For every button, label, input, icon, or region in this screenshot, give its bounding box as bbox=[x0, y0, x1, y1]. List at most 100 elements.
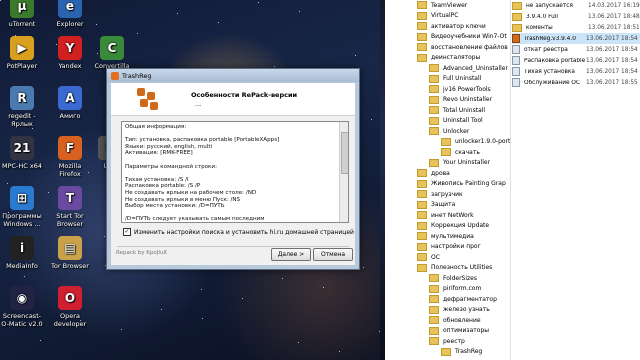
desktop-icon-label: Opera developer bbox=[53, 312, 87, 328]
desktop-icon[interactable]: Y Yandex bbox=[48, 36, 92, 70]
app-shortcut-icon: Y bbox=[58, 36, 82, 60]
tree-item-label: оптимизаторы bbox=[443, 327, 489, 335]
tree-item-label: настройки прог bbox=[431, 243, 481, 251]
tree-item[interactable]: Total Uninstall bbox=[385, 105, 510, 116]
desktop-icon[interactable]: i MediaInfo bbox=[0, 236, 44, 270]
tree-item[interactable]: мультимедиа bbox=[385, 231, 510, 242]
tree-item[interactable]: Full Uninstall bbox=[385, 74, 510, 85]
app-shortcut-icon: C bbox=[100, 36, 124, 60]
file-row[interactable]: коменты 13.06.2017 18:51 bbox=[512, 22, 640, 33]
tree-item[interactable]: Коррекция Update bbox=[385, 221, 510, 232]
desktop-icon[interactable]: ⊞ Программы Windows ... bbox=[0, 186, 44, 228]
tree-item[interactable]: дрова bbox=[385, 168, 510, 179]
file-row[interactable]: 3.9.4.0 Full 13.06.2017 18:48 bbox=[512, 11, 640, 22]
star-decoration bbox=[371, 119, 372, 120]
folder-icon bbox=[417, 221, 427, 230]
tree-item[interactable]: Uninstall Tool bbox=[385, 116, 510, 127]
cancel-button[interactable]: Отмена bbox=[313, 248, 353, 261]
desktop-icon[interactable]: T Start Tor Browser bbox=[48, 186, 92, 228]
file-row[interactable]: не запускается 14.03.2017 16:19 bbox=[512, 0, 640, 11]
search-settings-checkbox[interactable]: ✓ bbox=[123, 228, 131, 236]
star-decoration bbox=[161, 309, 162, 310]
file-icon bbox=[512, 45, 520, 54]
app-shortcut-icon: ▤ bbox=[58, 236, 82, 260]
tree-item[interactable]: активатор ключи bbox=[385, 21, 510, 32]
tree-item[interactable]: деинсталяторы bbox=[385, 53, 510, 64]
desktop-icon[interactable]: µ uTorrent bbox=[0, 0, 44, 28]
tree-item[interactable]: настройки прог bbox=[385, 242, 510, 253]
tree-item[interactable]: Защита bbox=[385, 200, 510, 211]
tree-item[interactable]: Advanced_Uninstaller bbox=[385, 63, 510, 74]
folder-icon bbox=[417, 22, 427, 31]
tree-item[interactable]: Revo Uninstaller bbox=[385, 95, 510, 106]
desktop-icon[interactable]: e Explorer bbox=[48, 0, 92, 28]
desktop-icon[interactable]: ▶ PotPlayer bbox=[0, 36, 44, 70]
folder-icon bbox=[441, 137, 451, 146]
scrollbar-thumb[interactable] bbox=[341, 132, 348, 174]
info-memo[interactable]: Общая информация: Тип: установка, распак… bbox=[121, 121, 349, 223]
tree-item[interactable]: TeamViewer bbox=[385, 0, 510, 11]
folder-icon bbox=[417, 32, 427, 41]
tree-item[interactable]: unlocker1.9.0-portabl bbox=[385, 137, 510, 148]
folder-icon bbox=[429, 64, 439, 73]
file-name: коменты bbox=[526, 24, 553, 31]
file-name: откат реестра bbox=[524, 46, 568, 53]
tree-item[interactable]: FolderSizes bbox=[385, 273, 510, 284]
desktop-icon[interactable]: O Opera developer bbox=[48, 286, 92, 328]
tree-item-label: TrashReg bbox=[455, 348, 483, 356]
file-date: 14.03.2017 16:19 bbox=[588, 2, 640, 9]
tree-item-label: Защита bbox=[431, 201, 456, 209]
tree-item-label: Коррекция Update bbox=[431, 222, 490, 230]
tree-item[interactable]: Your Uninstaller bbox=[385, 158, 510, 169]
tree-item[interactable]: jv16 PowerTools bbox=[385, 84, 510, 95]
tree-item[interactable]: железо узнать bbox=[385, 305, 510, 316]
desktop-icon-label: MediaInfo bbox=[6, 262, 38, 270]
tree-item[interactable]: Видеоучебники Win7-Ot bbox=[385, 32, 510, 43]
tree-item[interactable]: восстановление файлов bbox=[385, 42, 510, 53]
desktop-icon[interactable]: 21 MPC-HC x64 bbox=[0, 136, 44, 170]
tree-item[interactable]: обновление bbox=[385, 315, 510, 326]
file-row[interactable]: Тихая установка 13.06.2017 18:54 bbox=[512, 66, 640, 77]
file-row[interactable]: TrashReg.v3.9.4.0 13.06.2017 18:54 bbox=[512, 33, 640, 44]
tree-item[interactable]: VirtualPC bbox=[385, 11, 510, 22]
tree-item[interactable]: Полезность Utilities bbox=[385, 263, 510, 274]
tree-item[interactable]: Unlocker bbox=[385, 126, 510, 137]
tree-item[interactable]: оптимизаторы bbox=[385, 326, 510, 337]
file-list: не запускается 14.03.2017 16:19 3.9.4.0 Fu… bbox=[512, 0, 640, 360]
tree-item[interactable]: скачать bbox=[385, 147, 510, 158]
star-decoration bbox=[96, 24, 97, 25]
memo-scrollbar[interactable] bbox=[339, 122, 348, 222]
tree-item[interactable]: ОС bbox=[385, 252, 510, 263]
desktop-icon[interactable]: ◉ Screencast-O-Matic v2.0 bbox=[0, 286, 44, 328]
tree-item-label: Полезность Utilities bbox=[431, 264, 493, 272]
desktop-icon[interactable]: C Convertilla bbox=[90, 36, 134, 70]
repack-credit: Repack by KpoJIuK bbox=[116, 250, 168, 256]
tree-item[interactable]: дефрагментатор bbox=[385, 294, 510, 305]
tree-item[interactable]: TrashReg bbox=[385, 347, 510, 358]
tree-item[interactable]: piriform.com bbox=[385, 284, 510, 295]
desktop-icon[interactable]: A Амиго bbox=[48, 86, 92, 120]
dialog-banner: Особенности RePack-версии ... bbox=[111, 83, 355, 116]
search-settings-option[interactable]: ✓ Изменить настройки поиска и установить… bbox=[123, 228, 354, 236]
folder-icon bbox=[429, 158, 439, 167]
tree-item[interactable]: Живопись Painting Grap bbox=[385, 179, 510, 190]
next-button[interactable]: Далее > bbox=[271, 248, 311, 261]
file-row[interactable]: Обслуживание ОС 13.06.2017 18:55 bbox=[512, 77, 640, 88]
desktop-icon[interactable]: F Mozilla Firefox bbox=[48, 136, 92, 178]
tree-item-label: Advanced_Uninstaller bbox=[443, 64, 508, 72]
folder-icon bbox=[417, 211, 427, 220]
tree-item-label: инет NetWork bbox=[431, 211, 474, 219]
star-decoration bbox=[282, 278, 283, 279]
tree-item[interactable]: загрузчик bbox=[385, 189, 510, 200]
file-row[interactable]: откат реестра 13.06.2017 18:54 bbox=[512, 44, 640, 55]
file-date: 13.06.2017 18:54 bbox=[586, 68, 638, 75]
file-row[interactable]: Распаковка portable 13.06.2017 18:54 bbox=[512, 55, 640, 66]
tree-item[interactable]: реестр bbox=[385, 336, 510, 347]
folder-icon bbox=[441, 347, 451, 356]
tree-item[interactable]: инет NetWork bbox=[385, 210, 510, 221]
folder-icon bbox=[429, 274, 439, 283]
dialog-titlebar[interactable]: TrashReg bbox=[107, 69, 359, 82]
tree-item-label: ОС bbox=[431, 253, 440, 261]
desktop-icon[interactable]: ▤ Tor Browser bbox=[48, 236, 92, 270]
desktop-icon[interactable]: Rregedit - Ярлык bbox=[0, 86, 44, 128]
